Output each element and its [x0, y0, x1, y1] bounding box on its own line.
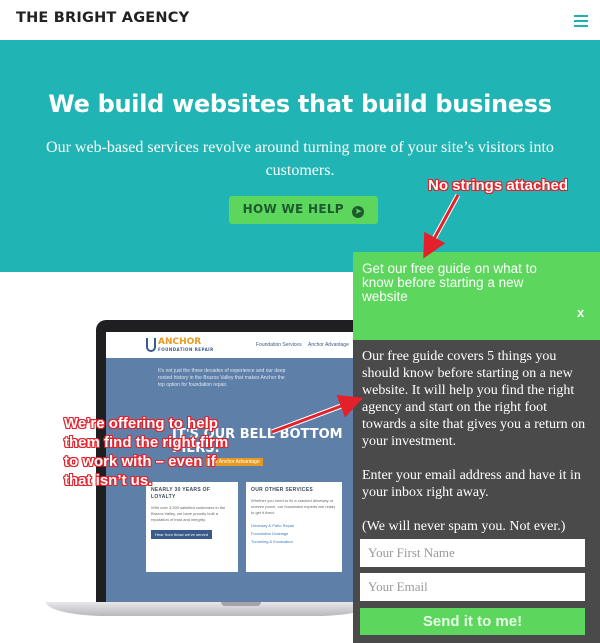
top-navigation-bar: THE BRIGHT AGENCY — [0, 0, 600, 40]
laptop-base — [46, 602, 376, 616]
popup-body-paragraph: (We will never spam you. Not ever.) — [362, 519, 566, 534]
close-icon[interactable]: x — [577, 305, 584, 320]
anchor-logo-main: ANCHOR — [158, 337, 202, 347]
screen-card-services-link: Foundation Drainage — [251, 531, 289, 536]
screen-card-services: OUR OTHER SERVICES Whether you need to f… — [246, 482, 342, 572]
first-name-input[interactable] — [360, 539, 585, 567]
screen-nav-item-services: Foundation Services — [256, 342, 302, 348]
screen-blurb: It's not just the three decades of exper… — [158, 368, 286, 388]
how-we-help-button[interactable]: HOW WE HELP ➤ — [229, 196, 378, 224]
screen-card-services-link: Driveway & Patio Repair — [251, 523, 295, 528]
laptop-notch — [221, 602, 261, 606]
how-we-help-label: HOW WE HELP — [242, 202, 344, 216]
popup-body: Our free guide covers 5 things you shoul… — [362, 348, 592, 552]
email-input[interactable] — [360, 573, 585, 601]
hamburger-menu-icon[interactable] — [574, 15, 588, 27]
anchor-logo: ANCHOR FOUNDATION REPAIR — [158, 337, 214, 352]
hero-title: We build websites that build business — [48, 90, 552, 118]
hero-section: We build websites that build business Ou… — [0, 40, 600, 272]
lead-capture-popup: Get our free guide on what to know befor… — [353, 252, 600, 643]
popup-body-paragraph: Our free guide covers 5 things you shoul… — [362, 349, 586, 449]
annotation-no-strings: No strings attached — [428, 177, 569, 194]
arrow-right-circle-icon: ➤ — [352, 206, 365, 218]
screen-card-services-link: Tunneling & Excavation — [251, 539, 293, 544]
popup-title: Get our free guide on what to know befor… — [362, 261, 537, 304]
screen-site-nav: ANCHOR FOUNDATION REPAIR Foundation Serv… — [106, 332, 362, 358]
annotation-line: to work with – even if — [64, 453, 216, 470]
popup-header: Get our free guide on what to know befor… — [353, 252, 600, 340]
annotation-offering-help: We’re offering to help them find the rig… — [64, 414, 228, 490]
popup-body-paragraph: Enter your email address and have it in … — [362, 468, 581, 500]
screen-card-loyalty: NEARLY 30 YEARS OF LOYALTY With over 3,5… — [146, 482, 238, 572]
brand-logo[interactable]: THE BRIGHT AGENCY — [16, 10, 189, 26]
annotation-line: them find the right firm — [64, 434, 229, 451]
annotation-line: We’re offering to help — [64, 415, 218, 432]
anchor-logo-icon — [146, 338, 156, 352]
screen-card-loyalty-text: With over 3,500 satisfied customers in t… — [151, 505, 226, 522]
anchor-logo-sub: FOUNDATION REPAIR — [158, 347, 214, 352]
screen-nav-item-advantage: Anchor Advantage — [308, 342, 349, 348]
screen-card-services-text: Whether you need to fix a cracked drivew… — [251, 498, 336, 515]
annotation-line: that isn’t us. — [64, 472, 153, 489]
screen-card-services-title: OUR OTHER SERVICES — [251, 487, 313, 493]
send-it-to-me-button[interactable]: Send it to me! — [360, 608, 585, 635]
screen-card-loyalty-button: Hear from those we've served — [151, 530, 213, 539]
